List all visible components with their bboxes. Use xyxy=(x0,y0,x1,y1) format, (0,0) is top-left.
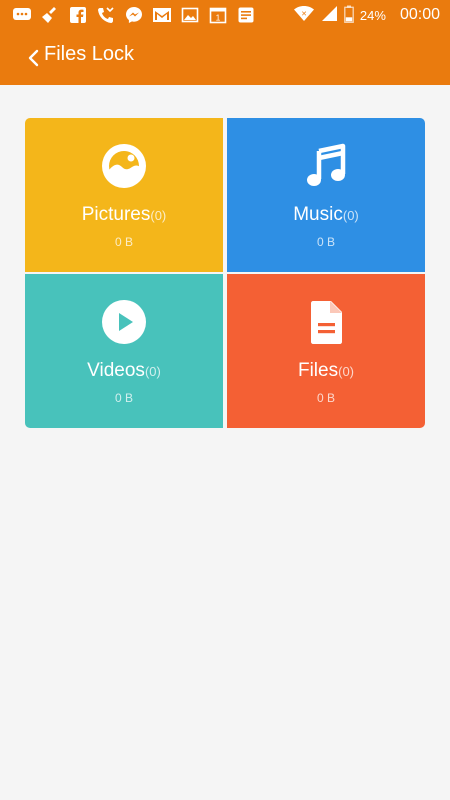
notification-icons: 1 xyxy=(12,5,256,25)
gmail-icon xyxy=(152,5,172,25)
broom-icon xyxy=(40,5,60,25)
notes-icon xyxy=(236,5,256,25)
battery-icon xyxy=(344,5,354,26)
tile-videos[interactable]: Videos(0) 0 B xyxy=(25,274,223,428)
facebook-icon xyxy=(68,5,88,25)
tile-files[interactable]: Files(0) 0 B xyxy=(227,274,425,428)
tile-music-count: (0) xyxy=(342,208,359,223)
tile-pictures-count: (0) xyxy=(150,208,167,223)
app-bar: Files Lock xyxy=(0,30,450,85)
tile-music[interactable]: Music(0) 0 B xyxy=(227,118,425,272)
missed-call-icon xyxy=(96,5,116,25)
battery-percent: 24% xyxy=(359,7,386,23)
tile-files-label: Files xyxy=(297,360,339,381)
messenger-icon xyxy=(124,5,144,25)
clock: 00:00 xyxy=(399,6,440,23)
tile-videos-count: (0) xyxy=(144,364,161,379)
svg-text:1: 1 xyxy=(216,13,221,23)
status-bar: 1 ✕ 24% 00:00 xyxy=(0,0,450,30)
music-note-icon xyxy=(307,143,346,186)
gallery-icon xyxy=(180,5,200,25)
chevron-left-icon xyxy=(28,49,39,67)
system-status: ✕ 24% 00:00 xyxy=(293,5,440,25)
tile-pictures-label: Pictures xyxy=(81,204,151,225)
document-icon xyxy=(311,301,342,344)
tile-pictures[interactable]: Pictures(0) 0 B xyxy=(25,118,223,272)
tile-videos-label: Videos xyxy=(87,360,145,381)
calendar-icon: 1 xyxy=(208,5,228,25)
top-bar: 1 ✕ 24% 00:00 Files Lock xyxy=(0,0,450,85)
image-icon xyxy=(102,144,146,188)
wifi-icon: ✕ xyxy=(293,5,315,25)
signal-icon xyxy=(321,5,338,25)
play-icon xyxy=(102,300,146,344)
tile-files-size: 0 B xyxy=(316,391,335,405)
tile-music-label: Music xyxy=(293,204,343,225)
svg-text:✕: ✕ xyxy=(301,11,307,18)
tile-pictures-size: 0 B xyxy=(114,235,133,249)
tile-files-count: (0) xyxy=(338,364,354,379)
page-title: Files Lock xyxy=(44,43,135,65)
category-grid: Pictures(0) 0 B Music(0) 0 B Videos(0) 0… xyxy=(25,118,425,428)
tile-videos-size: 0 B xyxy=(114,391,133,405)
back-button[interactable] xyxy=(24,46,42,70)
tile-music-size: 0 B xyxy=(316,235,335,249)
message-icon xyxy=(12,5,32,25)
